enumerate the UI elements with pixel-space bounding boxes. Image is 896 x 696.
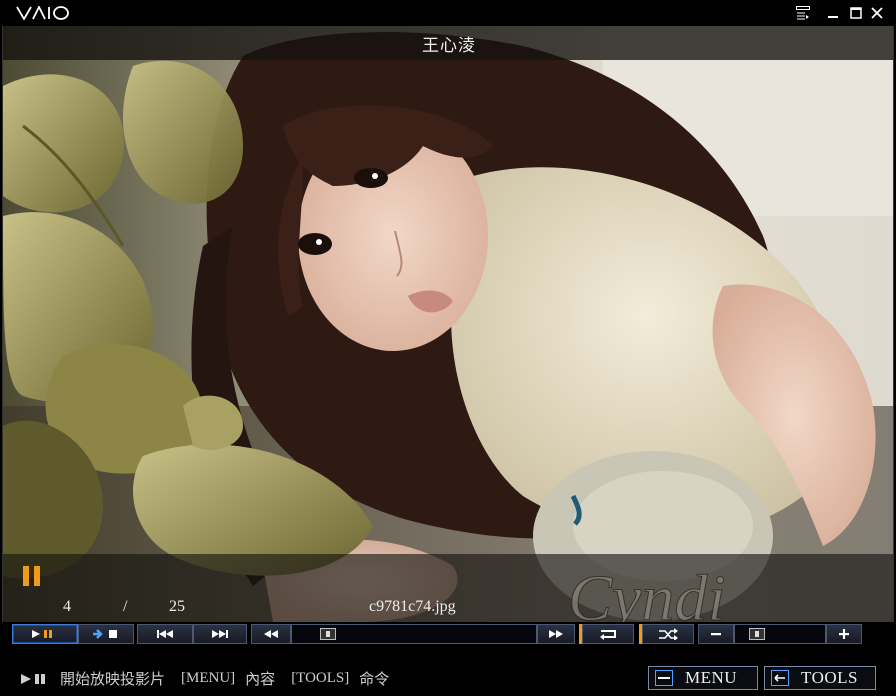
- vaio-logo: [16, 4, 70, 22]
- bottom-bar: 開始放映投影片 [MENU] 內容 [TOOLS] 命令 MENU TOOLS: [0, 648, 896, 696]
- zoom-out-button[interactable]: [698, 624, 734, 644]
- caption-bar: 王心淩: [3, 26, 893, 60]
- tools-key-hint: [TOOLS]: [291, 670, 350, 686]
- zoom-slider[interactable]: [734, 624, 826, 644]
- playlist-icon[interactable]: [794, 4, 812, 22]
- fast-forward-icon: [549, 630, 563, 638]
- close-icon[interactable]: [868, 4, 886, 22]
- menu-icon: [655, 670, 673, 686]
- seek-thumb[interactable]: [320, 628, 336, 640]
- current-index: 4: [63, 598, 71, 615]
- menu-button[interactable]: MENU: [648, 666, 758, 690]
- tools-label: TOOLS: [801, 668, 858, 687]
- stop-icon: [93, 629, 117, 639]
- repeat-button[interactable]: [582, 624, 634, 644]
- tools-desc-hint: 命令: [359, 672, 390, 688]
- counter-separator: /: [123, 598, 128, 615]
- next-button[interactable]: [193, 624, 247, 644]
- photo-image[interactable]: [3, 26, 893, 622]
- previous-button[interactable]: [137, 624, 193, 644]
- cyndi-watermark-logo: Cyndi: [568, 560, 868, 623]
- previous-track-icon: [157, 630, 173, 638]
- photo-viewer: 王心淩 4 / 25 c9781c74.jpg Cyndi: [2, 26, 894, 622]
- plus-icon: [839, 629, 849, 639]
- paused-indicator-icon: [23, 566, 45, 588]
- rewind-icon: [264, 630, 278, 638]
- maximize-icon[interactable]: [847, 4, 865, 22]
- slideshow-hint: 開始放映投影片: [60, 672, 166, 688]
- seek-bar[interactable]: [291, 624, 537, 644]
- menu-desc-hint: 內容: [245, 672, 276, 688]
- photo-title: 王心淩: [422, 35, 476, 56]
- info-bar: 4 / 25 c9781c74.jpg Cyndi: [3, 554, 893, 623]
- zoom-in-button[interactable]: [826, 624, 862, 644]
- key-hints: 開始放映投影片 [MENU] 內容 [TOOLS] 命令: [20, 668, 405, 689]
- fast-forward-button[interactable]: [537, 624, 575, 644]
- shuffle-button[interactable]: [642, 624, 694, 644]
- control-bar: [0, 622, 896, 648]
- play-pause-icon: [32, 630, 52, 638]
- minus-icon: [711, 633, 721, 636]
- shuffle-icon: [659, 628, 678, 640]
- stop-button[interactable]: [78, 624, 134, 644]
- menu-label: MENU: [685, 668, 738, 687]
- play-pause-button[interactable]: [12, 624, 78, 644]
- zoom-thumb[interactable]: [749, 628, 765, 640]
- watermark-text: Cyndi: [568, 562, 726, 622]
- tools-icon: [771, 670, 789, 686]
- total-count: 25: [169, 598, 185, 615]
- file-name: c9781c74.jpg: [369, 598, 456, 615]
- next-track-icon: [212, 630, 228, 638]
- tools-button[interactable]: TOOLS: [764, 666, 876, 690]
- menu-key-hint: [MENU]: [181, 670, 236, 686]
- minimize-icon[interactable]: [824, 4, 842, 22]
- rewind-button[interactable]: [251, 624, 291, 644]
- title-bar: [0, 0, 896, 26]
- repeat-icon: [600, 630, 616, 640]
- play-pause-hint-icon: [20, 673, 50, 685]
